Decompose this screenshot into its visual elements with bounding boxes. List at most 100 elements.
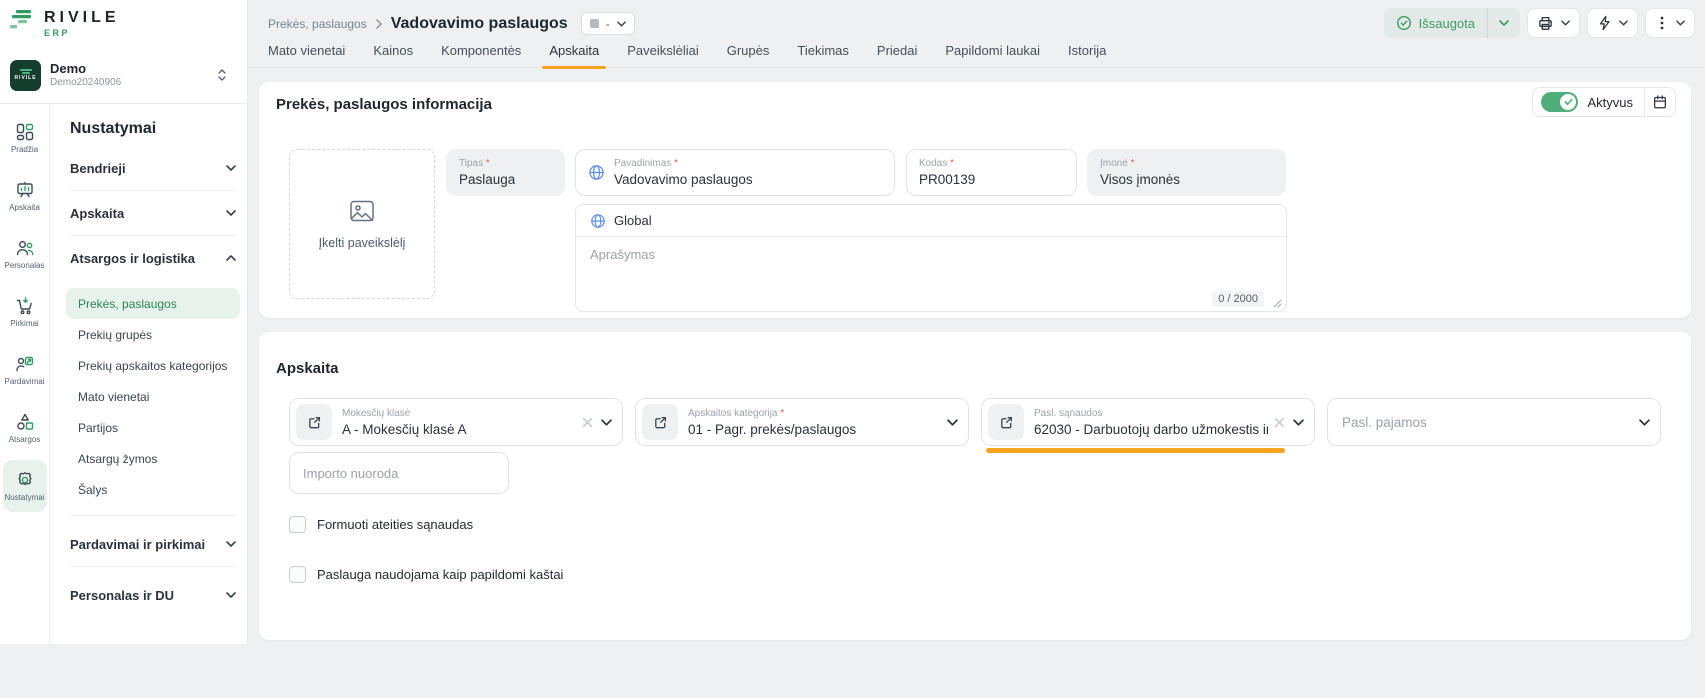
rail-item-pardavimai[interactable]: Pardavimai (3, 344, 47, 396)
import-reference-field (289, 452, 509, 494)
rail-item-pradzia[interactable]: Pradžia (3, 112, 47, 164)
sidebar-item-partijos[interactable]: Partijos (66, 412, 240, 443)
sidebar-group-bendrieji[interactable]: Bendrieji (70, 146, 236, 190)
image-upload-dropzone[interactable]: Įkelti paveikslėlį (289, 149, 435, 299)
kebab-menu-icon (1655, 15, 1669, 31)
external-link-icon (307, 415, 322, 430)
chevron-down-icon (601, 419, 612, 426)
chevron-down-icon (1676, 20, 1685, 26)
char-counter: 0 / 2000 (1212, 291, 1264, 307)
tab-papildomi-laukai[interactable]: Papildomi laukai (945, 41, 1040, 67)
app-logo[interactable]: RIVILE ERP (9, 9, 120, 38)
sidebar-item-mato-vienetai[interactable]: Mato vienetai (66, 381, 240, 412)
clear-icon[interactable] (1274, 417, 1285, 428)
sales-person-icon (15, 354, 35, 374)
sidebar-group-personalas-ir-du[interactable]: Personalas ir DU (70, 573, 236, 617)
tab-mato-vienetai[interactable]: Mato vienetai (268, 41, 345, 67)
sidebar-group-apskaita[interactable]: Apskaita (70, 191, 236, 235)
tab-grupes[interactable]: Grupės (727, 41, 770, 67)
import-reference-input[interactable] (303, 466, 495, 481)
breadcrumb-link[interactable]: Prekės, paslaugos (268, 17, 367, 31)
name-field[interactable]: Pavadinimas * Vadovavimo paslaugos (575, 149, 895, 196)
checkbox-unchecked[interactable] (289, 516, 306, 533)
chevron-down-icon (1561, 20, 1570, 26)
automation-button[interactable] (1587, 8, 1638, 38)
rail-item-personalas[interactable]: Personalas (3, 228, 47, 280)
checkbox-unchecked[interactable] (289, 566, 306, 583)
service-income-placeholder: Pasl. pajamos (1342, 415, 1639, 430)
breadcrumb: Prekės, paslaugos Vadovavimo paslaugos - (268, 12, 635, 35)
open-record-button[interactable] (296, 404, 332, 440)
accounting-fields-row: Mokesčių klasė A - Mokesčių klasė A (289, 398, 1661, 446)
rail-item-pirkimai[interactable]: Pirkimai (3, 286, 47, 338)
save-options-chevron[interactable] (1488, 20, 1520, 26)
tab-apskaita[interactable]: Apskaita (549, 41, 599, 67)
variant-dropdown[interactable]: - (581, 12, 635, 35)
future-expenses-checkbox-row[interactable]: Formuoti ateities sąnaudas (289, 516, 473, 533)
active-toggle-label: Aktyvus (1587, 95, 1633, 110)
chevron-down-icon (617, 21, 626, 27)
sidebar-item-prekes-paslaugos[interactable]: Prekės, paslaugos (66, 288, 240, 319)
nav-rail: Pradžia Apskaita Personalas (0, 104, 50, 644)
company-code: Demo20240906 (50, 77, 121, 88)
sidebar-item-atsargu-zymos[interactable]: Atsargų žymos (66, 443, 240, 474)
sidebar-item-prekiu-apskaitos-kategorijos[interactable]: Prekių apskaitos kategorijos (66, 350, 240, 381)
company-field[interactable]: Įmonė * Visos įmonės (1087, 149, 1286, 196)
clear-icon[interactable] (582, 417, 593, 428)
active-toggle-group: Aktyvus (1532, 87, 1676, 117)
people-icon (15, 238, 35, 258)
tab-paveiksleliai[interactable]: Paveikslėliai (627, 41, 699, 67)
service-expenses-dropdown[interactable]: Pasl. sąnaudos 62030 - Darbuotojų darbo … (981, 398, 1315, 446)
chevron-up-icon (226, 255, 236, 261)
additional-costs-checkbox-row[interactable]: Paslauga naudojama kaip papildomi kaštai (289, 566, 563, 583)
service-income-dropdown[interactable]: Pasl. pajamos (1327, 398, 1661, 446)
print-button[interactable] (1527, 8, 1580, 38)
rail-item-atsargos[interactable]: Atsargos (3, 402, 47, 454)
type-field[interactable]: Tipas * Paslauga (446, 149, 565, 196)
rail-item-apskaita[interactable]: Apskaita (3, 170, 47, 222)
tab-priedai[interactable]: Priedai (877, 41, 917, 67)
tab-istorija[interactable]: Istorija (1068, 41, 1106, 67)
sidebar-group-atsargos-ir-logistika[interactable]: Atsargos ir logistika (70, 236, 236, 280)
tax-class-dropdown[interactable]: Mokesčių klasė A - Mokesčių klasė A (289, 398, 623, 446)
shapes-icon (15, 412, 35, 432)
accounting-category-dropdown[interactable]: Apskaitos kategorija * 01 - Pagr. prekės… (635, 398, 969, 446)
open-record-button[interactable] (988, 404, 1024, 440)
chevron-down-icon (1619, 20, 1628, 26)
tab-tiekimas[interactable]: Tiekimas (797, 41, 849, 67)
tax-class-value: A - Mokesčių klasė A (342, 422, 576, 437)
upload-label: Įkelti paveikslėlį (319, 236, 406, 250)
more-options-button[interactable] (1645, 8, 1695, 38)
tab-kainos[interactable]: Kainos (373, 41, 413, 67)
open-record-button[interactable] (642, 404, 678, 440)
active-toggle[interactable] (1541, 92, 1578, 112)
sidebar-item-salys[interactable]: Šalys (66, 474, 240, 505)
globe-icon (590, 213, 606, 229)
external-link-icon (999, 415, 1014, 430)
breadcrumb-separator-icon (376, 19, 382, 29)
code-field[interactable]: Kodas * PR00139 (906, 149, 1077, 196)
calendar-button[interactable] (1645, 88, 1675, 116)
panel-title: Nustatymai (70, 120, 236, 138)
accounting-card: Apskaita Mokesčių klasė A - Mokesčių kla… (259, 332, 1691, 640)
sidebar-group-pardavimai-ir-pirkimai[interactable]: Pardavimai ir pirkimai (70, 522, 236, 566)
sidebar: RIVILE ERP RIVILE Demo Demo20240906 (0, 0, 248, 644)
saved-button[interactable]: Išsaugota (1384, 15, 1487, 31)
sidebar-item-prekiu-grupes[interactable]: Prekių grupės (66, 319, 240, 350)
chevron-down-icon (1293, 419, 1304, 426)
company-selector[interactable]: RIVILE Demo Demo20240906 (10, 55, 236, 95)
variant-square-icon (590, 19, 599, 28)
resize-handle-icon[interactable] (1273, 299, 1282, 308)
company-name: Demo (50, 62, 121, 77)
tab-komponentes[interactable]: Komponentės (441, 41, 521, 67)
description-language-tab[interactable]: Global (576, 205, 1286, 237)
description-box: Global 0 / 2000 (575, 204, 1287, 312)
main-area: Prekės, paslaugos Vadovavimo paslaugos -… (249, 0, 1705, 698)
code-value: PR00139 (919, 172, 975, 187)
page-title: Vadovavimo paslaugos (391, 15, 568, 33)
brand-sub: ERP (44, 28, 120, 38)
description-textarea[interactable] (576, 237, 1286, 289)
printer-icon (1537, 15, 1554, 32)
rail-item-nustatymai[interactable]: Nustatymai (3, 460, 47, 512)
gear-icon (15, 470, 35, 490)
